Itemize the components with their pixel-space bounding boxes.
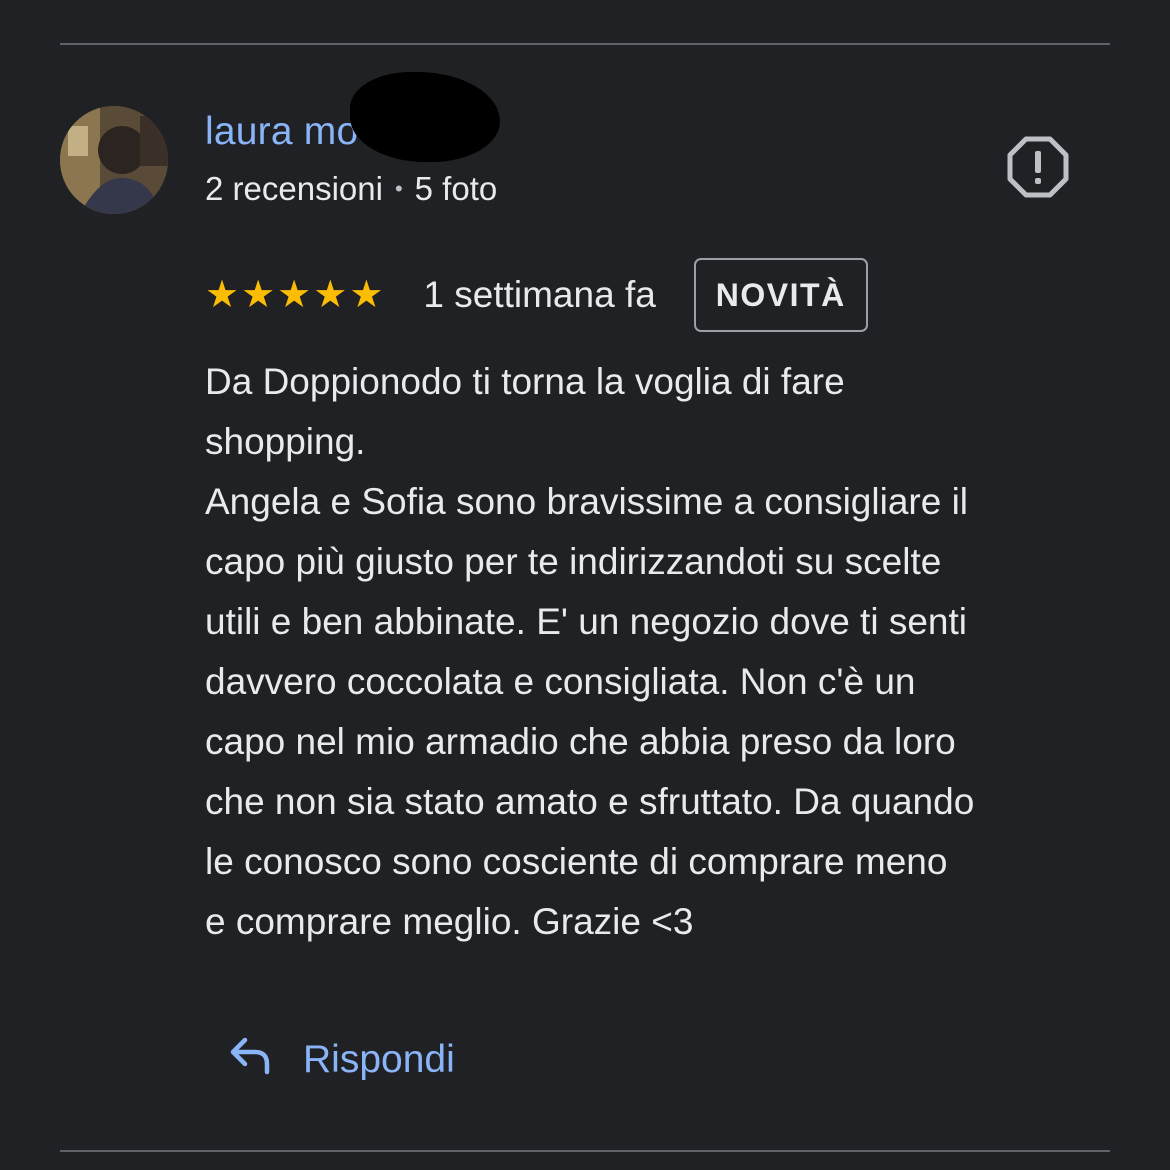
star-icon: ★ [313,274,348,316]
meta-separator: • [394,176,403,201]
star-icon: ★ [205,274,240,316]
star-rating: ★ ★ ★ ★ ★ [205,276,383,314]
reply-button[interactable]: Rispondi [225,1025,455,1095]
review-text-line: che non sia stato amato e sfruttato. Da … [205,781,975,822]
review-text-line: capo nel mio armadio che abbia preso da … [205,721,956,762]
top-divider [60,43,1110,45]
star-icon: ★ [349,274,384,316]
avatar-photo [60,106,168,214]
avatar[interactable] [60,106,168,214]
author-meta: 2 recensioni • 5 foto [205,170,497,208]
redaction-mark [350,72,500,162]
review-text-line: shopping. [205,421,366,462]
review-text-line: Angela e Sofia sono bravissime a consigl… [205,481,969,522]
rating-row: ★ ★ ★ ★ ★ 1 settimana fa NOVITÀ [205,258,868,332]
review-text-line: davvero coccolata e consigliata. Non c'è… [205,661,916,702]
review-time: 1 settimana fa [423,274,656,315]
review-text-line: utili e ben abbinate. E' un negozio dove… [205,601,967,642]
review-text-line: capo più giusto per te indirizzandoti su… [205,541,942,582]
new-badge: NOVITÀ [693,258,868,332]
bottom-divider [60,1150,1110,1152]
author-name[interactable]: laura mo [205,110,358,154]
review-text-line: Da Doppionodo ti torna la voglia di fare [205,361,845,402]
photos-count: 5 foto [414,170,498,207]
report-icon[interactable] [1005,134,1071,200]
review-text: Da Doppionodo ti torna la voglia di fare… [205,352,1125,952]
review-text-line: e comprare meglio. Grazie <3 [205,901,694,942]
reply-label: Rispondi [303,1038,455,1081]
reviews-count: 2 recensioni [205,170,383,207]
star-icon: ★ [277,274,312,316]
review-text-line: le conosco sono cosciente di comprare me… [205,841,948,882]
star-icon: ★ [241,274,276,316]
reply-arrow-icon [225,1030,275,1090]
